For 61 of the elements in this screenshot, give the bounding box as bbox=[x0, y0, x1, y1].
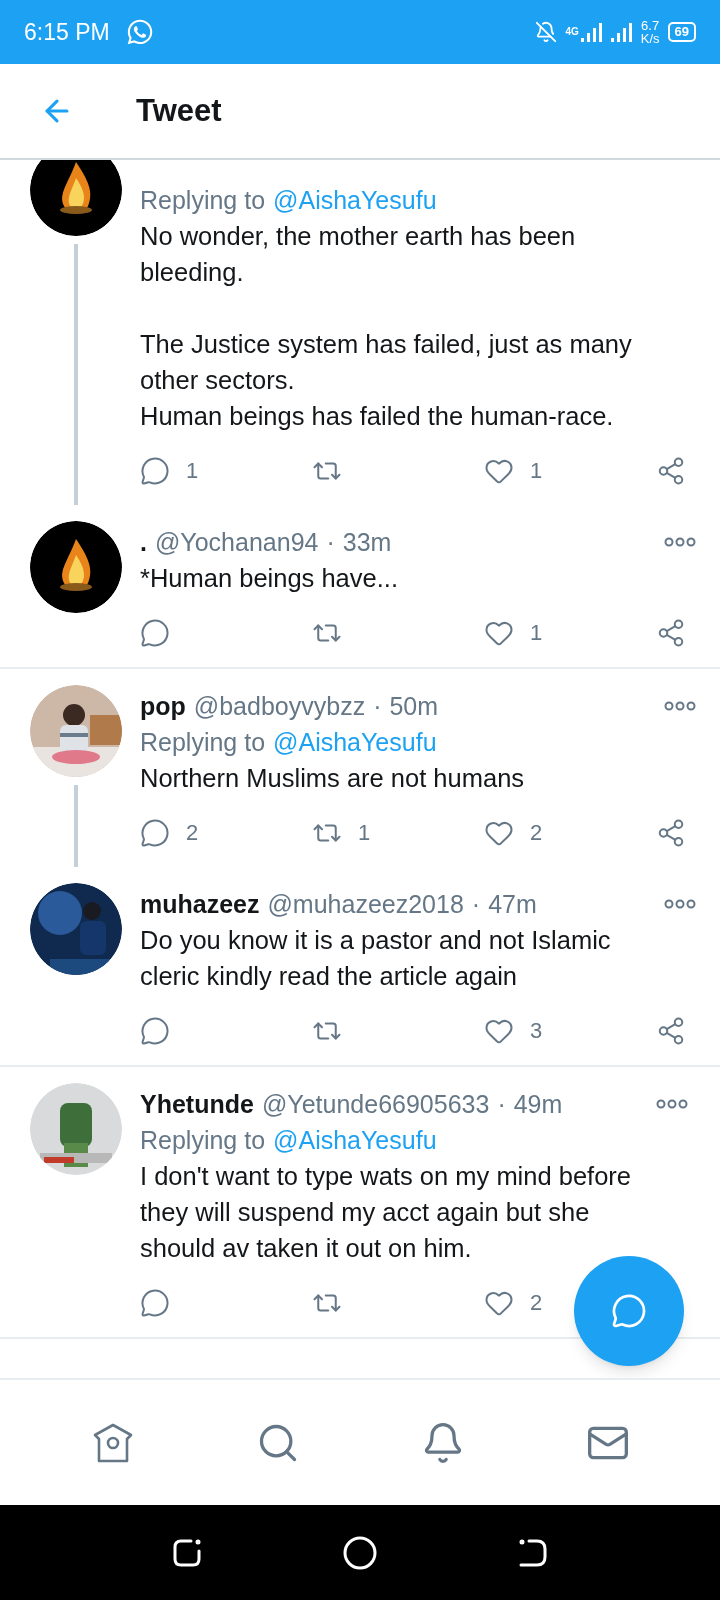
tweet-row[interactable]: pop @badboyvybzz · 50m Replying to @AishaYesufu Northern Muslims are not humans 2 1 2 bbox=[0, 669, 720, 867]
tweet-time: 47m bbox=[488, 889, 537, 920]
network-speed: 6.7 bbox=[641, 19, 660, 32]
tweet-time: 33m bbox=[342, 527, 392, 558]
speed-unit: K/s bbox=[640, 32, 660, 45]
tweet-time: 49m bbox=[513, 1089, 563, 1120]
share-icon[interactable] bbox=[656, 455, 686, 486]
tweet-text: Northern Muslims are not humans bbox=[140, 763, 526, 794]
display-name[interactable]: muhazeez bbox=[140, 886, 260, 922]
user-handle[interactable]: @Yetunde66905633 bbox=[261, 1086, 490, 1122]
tweet-row[interactable]: Replying to @AishaYesufu No wonder, the mother earth has been bleeding. The Justice system has failed, just as many other sectors. Human beings has failed the human-race. 1 1 bbox=[0, 160, 720, 505]
reply-icon[interactable] bbox=[140, 817, 170, 848]
whatsapp-icon bbox=[125, 18, 154, 46]
tweet-row[interactable]: . @Yochanan94 · 33m *Human beings have... 1 bbox=[0, 505, 720, 669]
battery-indicator: 69 bbox=[667, 22, 696, 42]
reply-icon[interactable] bbox=[140, 1015, 170, 1046]
more-options-icon[interactable] bbox=[664, 700, 696, 712]
tweet-text: I don't want to type wats on my mind before they will suspend my acct again but she should av taken it out on him. bbox=[140, 1161, 633, 1264]
share-icon[interactable] bbox=[656, 1015, 686, 1046]
separator-dot: · bbox=[471, 889, 481, 920]
reply-icon[interactable] bbox=[140, 455, 170, 486]
home-button-icon[interactable] bbox=[343, 1535, 377, 1570]
reply-icon[interactable] bbox=[140, 1287, 170, 1318]
bell-off-icon bbox=[535, 21, 558, 43]
action-count: 1 bbox=[530, 619, 543, 647]
replying-label: Replying to bbox=[140, 727, 266, 758]
user-handle[interactable]: @muhazeez2018 bbox=[267, 886, 464, 922]
tweet-text: *Human beings have... bbox=[140, 563, 399, 594]
more-options-icon[interactable] bbox=[664, 898, 696, 910]
action-count: 2 bbox=[186, 819, 199, 847]
user-handle[interactable]: @badboyvybzz bbox=[193, 688, 366, 724]
separator-dot: · bbox=[373, 691, 382, 722]
action-count: 3 bbox=[530, 1017, 543, 1045]
display-name[interactable]: . bbox=[140, 524, 147, 560]
replying-label: Replying to bbox=[140, 185, 266, 216]
tweet-time: 50m bbox=[389, 691, 439, 722]
action-count: 1 bbox=[186, 457, 199, 485]
user-handle[interactable]: @Yochanan94 bbox=[154, 524, 319, 560]
more-options-icon[interactable] bbox=[656, 1098, 688, 1110]
tweet-row[interactable]: muhazeez @muhazeez2018 · 47m Do you know it is a pastor and not Islamic cleric kindly read the article again 3 bbox=[0, 867, 720, 1067]
action-count: 2 bbox=[530, 819, 543, 847]
display-name[interactable]: pop bbox=[140, 688, 186, 724]
replying-label: Replying to bbox=[140, 1125, 266, 1156]
share-icon[interactable] bbox=[656, 617, 686, 648]
action-count: 2 bbox=[530, 1289, 543, 1317]
reply-icon[interactable] bbox=[140, 617, 170, 648]
share-icon[interactable] bbox=[656, 817, 686, 848]
action-count: 1 bbox=[530, 457, 543, 485]
tweet-text: Do you know it is a pastor and not Islamic cleric kindly read the article again bbox=[140, 925, 612, 992]
status-time: 6:15 PM bbox=[24, 17, 110, 47]
action-count: 1 bbox=[358, 819, 371, 847]
tweet-text: No wonder, the mother earth has been bleeding. The Justice system has failed, just as many other sectors. Human beings has failed the human-race. bbox=[140, 221, 633, 432]
signal-icon bbox=[610, 22, 633, 42]
page-title: Tweet bbox=[136, 91, 222, 130]
signal-icon bbox=[580, 22, 603, 42]
separator-dot: · bbox=[326, 527, 335, 558]
more-options-icon[interactable] bbox=[664, 536, 696, 548]
network-type: 4G bbox=[565, 27, 579, 37]
display-name[interactable]: Yhetunde bbox=[140, 1086, 254, 1122]
separator-dot: · bbox=[497, 1089, 506, 1120]
compose-icon bbox=[611, 1293, 647, 1329]
